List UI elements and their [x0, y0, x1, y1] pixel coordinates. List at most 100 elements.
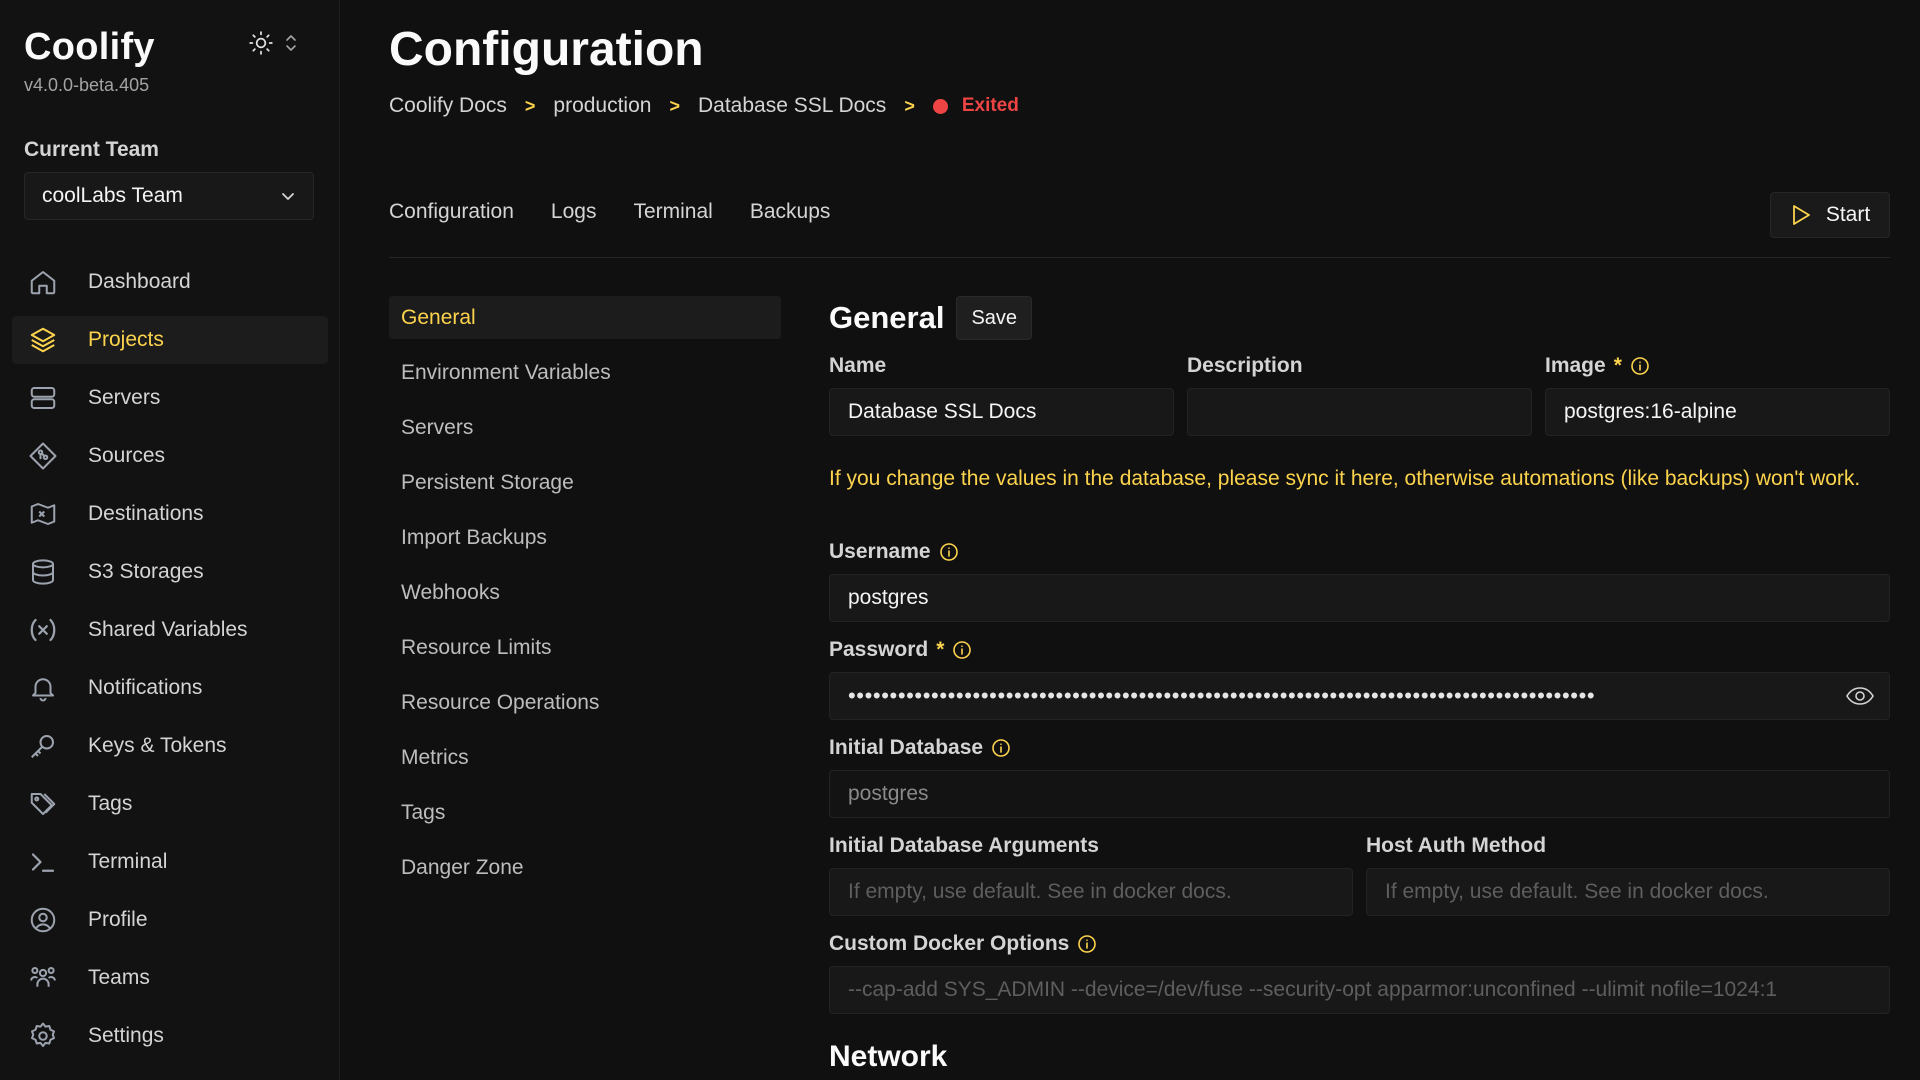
general-header: General Save	[829, 296, 1890, 340]
initial-database-group: Initial Database postgres	[829, 736, 1890, 818]
username-input[interactable]: postgres	[829, 574, 1890, 622]
destination-icon	[26, 497, 60, 531]
sun-icon	[249, 31, 273, 55]
tab-backups[interactable]: Backups	[750, 200, 831, 224]
description-group: Description	[1187, 354, 1532, 436]
subnav-tags[interactable]: Tags	[389, 791, 781, 834]
info-icon[interactable]	[1077, 934, 1097, 954]
info-icon[interactable]	[991, 738, 1011, 758]
network-section-title: Network	[829, 1040, 948, 1073]
sidebar-item-label: Projects	[88, 328, 164, 351]
subnav-webhooks[interactable]: Webhooks	[389, 571, 781, 614]
name-input[interactable]: Database SSL Docs	[829, 388, 1174, 436]
save-button[interactable]: Save	[956, 296, 1033, 340]
description-input[interactable]	[1187, 388, 1532, 436]
info-icon[interactable]	[1630, 356, 1650, 376]
name-label-text: Name	[829, 354, 887, 377]
host-auth-group: Host Auth Method If empty, use default. …	[1366, 834, 1890, 916]
sidebar-item-label: Keys & Tokens	[88, 734, 227, 757]
subnav-environment-variables[interactable]: Environment Variables	[389, 351, 781, 394]
team-select[interactable]: coolLabs Team	[24, 172, 314, 220]
sidebar: Coolify v4.0.0-beta.405 Current Team coo…	[0, 0, 340, 1080]
sidebar-item-sources[interactable]: Sources	[12, 432, 328, 480]
tab-terminal[interactable]: Terminal	[633, 200, 712, 224]
breadcrumb-project[interactable]: Coolify Docs	[389, 94, 507, 118]
sidebar-item-shared-variables[interactable]: Shared Variables	[12, 606, 328, 654]
subnav-general[interactable]: General	[389, 296, 781, 339]
sidebar-item-destinations[interactable]: Destinations	[12, 490, 328, 538]
sidebar-item-projects[interactable]: Projects	[12, 316, 328, 364]
subnav-danger-zone[interactable]: Danger Zone	[389, 846, 781, 889]
sidebar-item-servers[interactable]: Servers	[12, 374, 328, 422]
host-auth-label-text: Host Auth Method	[1366, 834, 1547, 857]
sidebar-item-profile[interactable]: Profile	[12, 896, 328, 944]
sidebar-item-label: S3 Storages	[88, 560, 204, 583]
password-input[interactable]: ••••••••••••••••••••••••••••••••••••••••…	[829, 672, 1890, 720]
sidebar-item-teams[interactable]: Teams	[12, 954, 328, 1002]
host-auth-label: Host Auth Method	[1366, 834, 1890, 858]
subnav-resource-limits[interactable]: Resource Limits	[389, 626, 781, 669]
sidebar-item-label: Shared Variables	[88, 618, 248, 641]
init-args-group: Initial Database Arguments If empty, use…	[829, 834, 1353, 916]
sidebar-item-label: Notifications	[88, 676, 203, 699]
section-title: General	[829, 300, 945, 335]
sidebar-item-s3-storages[interactable]: S3 Storages	[12, 548, 328, 596]
server-icon	[26, 381, 60, 415]
image-label-text: Image	[1545, 354, 1606, 377]
subnav-resource-operations[interactable]: Resource Operations	[389, 681, 781, 724]
tab-logs[interactable]: Logs	[551, 200, 597, 224]
sync-warning: If you change the values in the database…	[829, 467, 1861, 490]
gear-icon	[26, 1019, 60, 1053]
chevron-updown-icon	[286, 35, 296, 51]
sidebar-item-tags[interactable]: Tags	[12, 780, 328, 828]
sidebar-item-notifications[interactable]: Notifications	[12, 664, 328, 712]
required-asterisk: *	[936, 638, 945, 661]
main-nav: Dashboard Projects Servers Sources Desti…	[12, 258, 328, 1070]
main-content: Configuration Coolify Docs > production …	[341, 0, 1920, 1080]
sidebar-item-terminal[interactable]: Terminal	[12, 838, 328, 886]
subnav-import-backups[interactable]: Import Backups	[389, 516, 781, 559]
host-auth-input[interactable]: If empty, use default. See in docker doc…	[1366, 868, 1890, 916]
home-icon	[26, 265, 60, 299]
sidebar-item-label: Dashboard	[88, 270, 191, 293]
sidebar-item-label: Servers	[88, 386, 161, 409]
git-icon	[26, 439, 60, 473]
theme-toggle[interactable]	[248, 30, 298, 56]
status-dot	[932, 98, 948, 114]
initial-database-label: Initial Database	[829, 736, 1890, 760]
subnav-servers[interactable]: Servers	[389, 406, 781, 449]
tab-configuration[interactable]: Configuration	[389, 200, 514, 224]
username-label-text: Username	[829, 540, 931, 563]
sidebar-item-settings[interactable]: Settings	[12, 1012, 328, 1060]
key-icon	[26, 729, 60, 763]
chevron-right-icon: >	[524, 95, 536, 116]
info-icon[interactable]	[939, 542, 959, 562]
image-input[interactable]: postgres:16-alpine	[1545, 388, 1890, 436]
password-masked-value: ••••••••••••••••••••••••••••••••••••••••…	[848, 683, 1596, 708]
sidebar-item-keys-tokens[interactable]: Keys & Tokens	[12, 722, 328, 770]
database-icon	[26, 555, 60, 589]
users-icon	[26, 961, 60, 995]
bell-icon	[26, 671, 60, 705]
subnav-metrics[interactable]: Metrics	[389, 736, 781, 779]
variable-icon	[26, 613, 60, 647]
subnav-persistent-storage[interactable]: Persistent Storage	[389, 461, 781, 504]
init-args-label-text: Initial Database Arguments	[829, 834, 1099, 857]
description-label-text: Description	[1187, 354, 1303, 377]
docker-options-label: Custom Docker Options	[829, 932, 1890, 956]
status-badge: Exited	[961, 95, 1019, 116]
app-root: Coolify v4.0.0-beta.405 Current Team coo…	[0, 0, 1920, 1080]
docker-options-input[interactable]: --cap-add SYS_ADMIN --device=/dev/fuse -…	[829, 966, 1890, 1014]
app-version: v4.0.0-beta.405	[24, 75, 150, 95]
sidebar-item-dashboard[interactable]: Dashboard	[12, 258, 328, 306]
breadcrumb-environment[interactable]: production	[553, 94, 651, 118]
start-button[interactable]: Start	[1770, 192, 1890, 238]
username-group: Username postgres	[829, 540, 1890, 622]
eye-icon[interactable]	[1845, 684, 1875, 708]
layers-icon	[26, 323, 60, 357]
sidebar-item-label: Settings	[88, 1024, 164, 1047]
breadcrumb-resource[interactable]: Database SSL Docs	[698, 94, 886, 118]
init-args-input[interactable]: If empty, use default. See in docker doc…	[829, 868, 1353, 916]
config-subnav: General Environment Variables Servers Pe…	[389, 296, 781, 901]
info-icon[interactable]	[952, 640, 972, 660]
